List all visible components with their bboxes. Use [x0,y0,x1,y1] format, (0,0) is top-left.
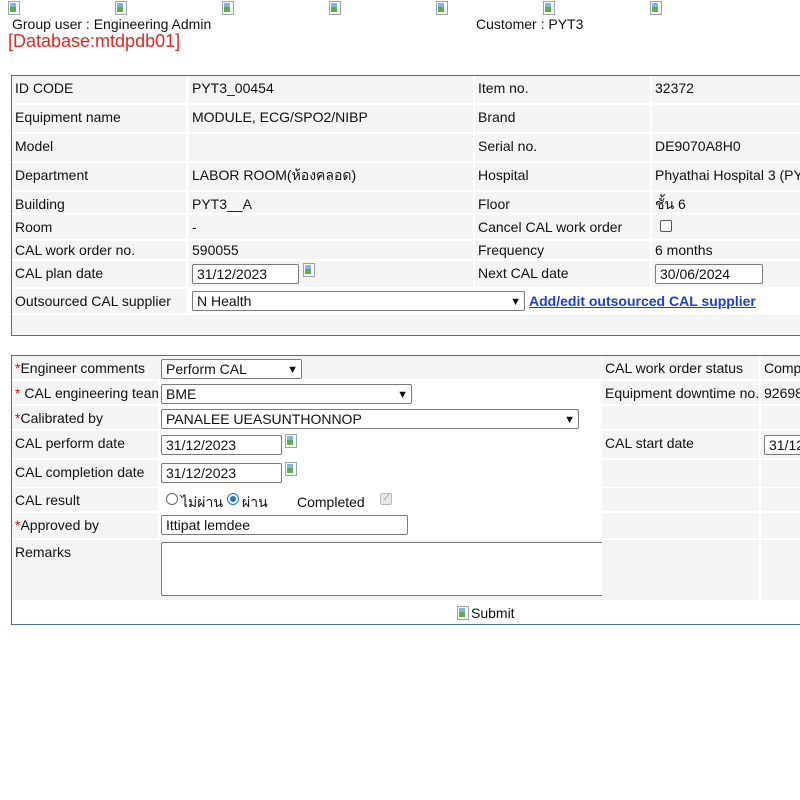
hospital-label: Hospital [475,163,650,190]
team-select[interactable]: BME ▼ [161,384,412,404]
frequency-value: 6 months [652,241,800,259]
nav-image-icon[interactable] [8,1,22,15]
department-value: LABOR ROOM(ห้องคลอด) [189,163,473,190]
empty-cell [602,540,759,600]
result-fail-radio[interactable] [166,493,178,505]
next-date-label: Next CAL date [475,261,650,287]
empty-cell [602,488,759,511]
next-date-input[interactable]: 30/06/2024 [655,264,763,284]
engineer-comments-select[interactable]: Perform CAL ▼ [161,359,302,379]
frequency-label: Frequency [475,241,650,259]
result-pass-label: ผ่าน [242,494,268,510]
item-no-value: 32372 [652,76,800,103]
id-code-value: PYT3_00454 [189,76,473,103]
cancel-cal-checkbox[interactable] [660,220,672,232]
model-value [189,134,473,161]
floor-value: ชั้น 6 [652,192,800,213]
submit-label: Submit [471,605,515,621]
calibrated-by-selected: PANALEE UEASUNTHONNOP [166,411,362,427]
empty-cell [761,488,800,511]
group-user-text: Group user : Engineering Admin [12,16,212,32]
supplier-label: Outsourced CAL supplier [12,289,186,313]
start-date-input[interactable]: 31/12 [764,435,800,455]
nav-image-icon[interactable] [543,1,557,15]
perform-date-label: CAL perform date [12,431,158,458]
department-label: Department [12,163,186,190]
result-label: CAL result [12,488,158,511]
empty-cell [761,460,800,487]
calendar-icon[interactable] [285,434,301,450]
building-label: Building [12,192,186,213]
completion-date-input[interactable]: 31/12/2023 [161,463,282,483]
building-value: PYT3__A [189,192,473,213]
supplier-select[interactable]: N Health ▼ [192,291,525,311]
wo-label: CAL work order no. [12,241,186,259]
downtime-value: 92698 [761,381,800,404]
nav-image-icon[interactable] [650,1,664,15]
empty-cell [761,540,800,600]
plan-date-input[interactable]: 31/12/2023 [192,264,299,284]
customer-text: Customer : PYT3 [476,16,584,32]
nav-image-icon[interactable] [436,1,450,15]
equipment-name-label: Equipment name [12,105,186,132]
calibrated-by-select[interactable]: PANALEE UEASUNTHONNOP ▼ [161,409,579,429]
serial-value: DE9070A8H0 [652,134,800,161]
chevron-down-icon: ▼ [287,364,298,376]
equipment-name-value: MODULE, ECG/SPO2/NIBP [189,105,473,132]
status-value: Compl [761,356,800,379]
result-pass-radio[interactable] [227,493,239,505]
submit-button[interactable]: Submit [457,604,515,621]
team-label: * CAL engineering team [12,381,158,404]
empty-cell [602,406,759,429]
database-label: [Database:mtdpdb01] [8,31,181,51]
id-code-label: ID CODE [12,76,186,103]
nav-image-icon[interactable] [329,1,343,15]
cancel-cal-label: Cancel CAL work order [475,215,650,239]
supplier-selected: N Health [197,293,252,309]
add-edit-supplier-link[interactable]: Add/edit outsourced CAL supplier [529,293,756,309]
calendar-icon[interactable] [285,462,301,478]
approved-by-input[interactable]: Ittipat lemdee [161,515,408,535]
downtime-label: Equipment downtime no. [602,381,759,404]
remarks-label: Remarks [12,540,158,600]
serial-label: Serial no. [475,134,650,161]
floor-label: Floor [475,192,650,213]
empty-cell [761,513,800,538]
perform-date-input[interactable]: 31/12/2023 [161,435,282,455]
completion-date-label: CAL completion date [12,460,158,487]
nav-image-icon[interactable] [222,1,236,15]
room-label: Room [12,215,186,239]
engineer-comments-label: *Engineer comments [12,356,158,379]
approved-by-label: *Approved by [12,513,158,538]
team-selected: BME [166,386,197,402]
brand-value [652,105,800,132]
empty-cell [761,406,800,429]
wo-value: 590055 [189,241,473,259]
panel1-footer-row [12,315,800,333]
status-label: CAL work order status [602,356,759,379]
item-no-label: Item no. [475,76,650,103]
brand-label: Brand [475,105,650,132]
empty-cell [602,460,759,487]
completed-label: Completed [297,494,365,510]
cancel-cal-cell [652,215,800,239]
calibrated-by-label: *Calibrated by [12,406,158,429]
empty-cell [602,513,759,538]
submit-image-icon [457,606,471,620]
chevron-down-icon: ▼ [510,296,521,308]
plan-date-label: CAL plan date [12,261,186,287]
result-fail-label: ไม่ผ่าน [181,494,223,510]
model-label: Model [12,134,186,161]
engineer-comments-selected: Perform CAL [166,361,247,377]
nav-image-icon[interactable] [115,1,129,15]
room-value: - [189,215,473,239]
completed-checkbox [380,491,392,505]
calendar-icon[interactable] [303,263,319,279]
start-date-label: CAL start date [602,431,759,458]
hospital-value: Phyathai Hospital 3 (PYT3 [652,163,800,190]
chevron-down-icon: ▼ [397,389,408,401]
chevron-down-icon: ▼ [564,414,575,426]
